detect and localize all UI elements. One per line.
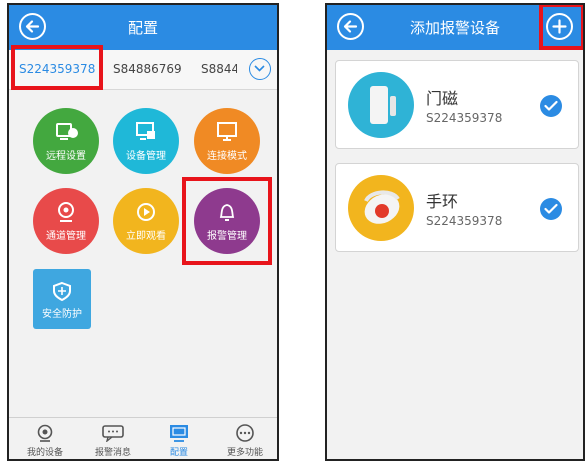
add-button-highlight: [539, 5, 583, 50]
tile-label: 远程设置: [46, 151, 86, 162]
device-serial: S224359378: [426, 111, 503, 125]
config-screen: 配置 S224359378 S84886769 S8844 远程设置 设备管理 …: [7, 3, 279, 461]
connection-mode-tile[interactable]: 连接模式: [194, 108, 260, 174]
config-title-bar: 配置: [9, 5, 277, 50]
check-icon: [544, 100, 558, 111]
page-title: 配置: [127, 19, 158, 37]
device-tab-2[interactable]: S84886769: [113, 62, 182, 76]
more-icon: [236, 424, 254, 442]
nav-config[interactable]: 配置: [149, 424, 209, 458]
selected-device-highlight: [11, 45, 103, 90]
nav-alarm-messages[interactable]: 报警消息: [83, 424, 143, 458]
device-management-tile[interactable]: 设备管理: [113, 108, 179, 174]
channel-management-tile[interactable]: 通道管理: [33, 188, 99, 254]
config-icon: [170, 425, 188, 442]
tile-label: 连接模式: [207, 151, 247, 162]
door-sensor-icon: [370, 86, 396, 124]
remote-settings-tile[interactable]: 远程设置: [33, 108, 99, 174]
alarm-management-highlight: [182, 177, 272, 265]
security-shield-icon: [53, 281, 71, 302]
watch-now-icon: [137, 203, 155, 221]
device-name: 门磁: [426, 89, 459, 108]
check-icon: [544, 203, 558, 214]
camera-icon: [37, 424, 53, 442]
device-serial: S224359378: [426, 214, 503, 228]
wristband-thumbnail: [348, 175, 414, 241]
door-sensor-thumbnail: [348, 72, 414, 138]
remote-settings-icon: [56, 123, 78, 140]
nav-label: 我的设备: [26, 448, 63, 458]
device-name: 手环: [426, 192, 459, 211]
device-tab-3[interactable]: S8844: [201, 62, 239, 76]
bottom-nav: 我的设备 报警消息 配置 更多功能: [9, 417, 277, 459]
watch-now-tile[interactable]: 立即观看: [113, 188, 179, 254]
connection-mode-icon: [217, 122, 237, 141]
message-icon: [102, 425, 124, 442]
device-dropdown-button[interactable]: [249, 58, 271, 80]
tile-label: 安全防护: [42, 309, 82, 320]
wristband-icon: [364, 190, 400, 224]
tile-label: 设备管理: [126, 151, 166, 162]
nav-more-features[interactable]: 更多功能: [215, 424, 275, 458]
tile-label: 通道管理: [46, 231, 86, 242]
nav-label: 更多功能: [226, 448, 263, 458]
alarm-device-card[interactable]: 手环 S224359378: [335, 163, 579, 252]
device-checkbox[interactable]: [540, 95, 562, 117]
alarm-device-card[interactable]: 门磁 S224359378: [335, 60, 579, 149]
nav-my-devices[interactable]: 我的设备: [15, 424, 75, 458]
device-checkbox[interactable]: [540, 198, 562, 220]
nav-label: 报警消息: [94, 448, 131, 458]
nav-label: 配置: [169, 448, 188, 458]
device-management-icon: [136, 122, 155, 140]
channel-management-icon: [58, 202, 74, 222]
alarm-device-screen: 添加报警设备 门磁 S224359378 手环 S224359378: [325, 3, 585, 461]
security-shield-tile[interactable]: 安全防护: [33, 269, 91, 329]
tile-label: 立即观看: [126, 231, 166, 242]
chevron-down-icon: [254, 65, 265, 72]
